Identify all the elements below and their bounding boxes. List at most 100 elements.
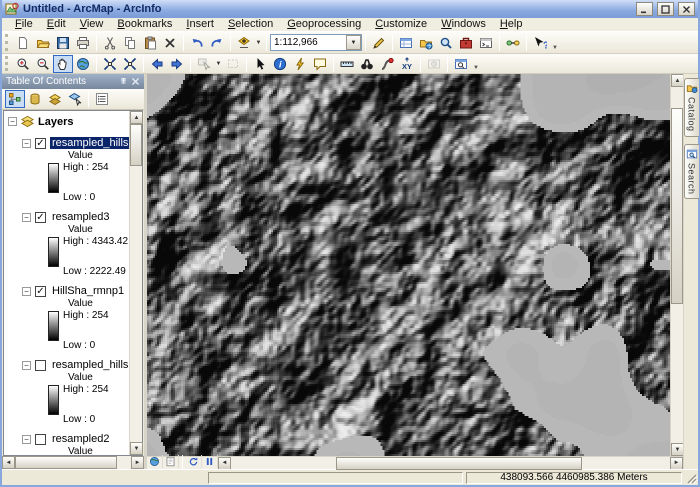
select-features-button[interactable] [194,55,214,73]
hyperlink-button[interactable] [290,55,310,73]
map-vscroll-track[interactable] [671,87,683,443]
full-extent-button[interactable] [73,55,93,73]
zoom-in-button[interactable] [13,55,33,73]
scroll-up-icon[interactable]: ▲ [130,111,143,124]
clear-selection-button[interactable] [223,55,243,73]
scroll-down-icon[interactable]: ▼ [130,442,143,455]
toc-window-button[interactable] [396,34,416,52]
toolbar-grip[interactable] [5,56,10,71]
list-by-selection-button[interactable] [65,90,85,108]
toc-vscroll-track[interactable] [130,124,142,442]
toolbar-grip[interactable] [5,34,10,51]
refresh-view-button[interactable] [186,455,202,468]
menu-insert[interactable]: Insert [179,18,221,31]
toc-close-icon[interactable] [131,77,140,86]
fixed-zoom-out-button[interactable] [120,55,140,73]
toc-hscroll-thumb[interactable] [15,456,117,469]
layer-row[interactable]: − resampled_hillshade2 [22,358,129,372]
viewer-window-button[interactable] [451,55,471,73]
select-elements-button[interactable] [250,55,270,73]
fixed-zoom-in-button[interactable] [100,55,120,73]
scroll-left-icon[interactable]: ◄ [218,457,231,470]
arctoolbox-button[interactable] [456,34,476,52]
add-data-dropdown-icon[interactable]: ▼ [254,34,263,52]
map-viewport[interactable] [147,74,670,456]
toc-vertical-scrollbar[interactable]: ▲ ▼ [129,111,142,455]
scroll-right-icon[interactable]: ► [131,456,144,469]
layer-visibility-checkbox[interactable] [35,360,46,371]
zoom-out-button[interactable] [33,55,53,73]
list-by-source-button[interactable] [25,90,45,108]
add-data-button[interactable] [234,34,254,52]
close-button[interactable] [678,2,695,16]
toolbar-overflow-icon[interactable]: ▼ [550,45,560,53]
map-hscroll-track[interactable] [231,457,670,470]
resize-grip[interactable] [685,472,697,484]
new-document-button[interactable] [13,34,33,52]
list-by-drawing-order-button[interactable] [5,90,25,108]
search-window-button[interactable] [436,34,456,52]
help-pointer-button[interactable]: ? [530,34,550,52]
redo-button[interactable] [207,34,227,52]
layer-name[interactable]: resampled3 [50,211,111,223]
app-icon[interactable] [5,2,19,16]
open-folder-button[interactable] [33,34,53,52]
layers-group-row[interactable]: −Layers [8,114,129,129]
collapse-icon[interactable]: − [22,435,31,444]
find-route-button[interactable] [377,55,397,73]
scroll-right-icon[interactable]: ► [670,457,683,470]
toc-vscroll-thumb[interactable] [130,124,142,166]
layer-row[interactable]: −✓resampled_hillshade3 [22,136,129,150]
layer-name[interactable]: resampled_hillshade3 [50,137,129,149]
find-button[interactable] [357,55,377,73]
model-builder-button[interactable] [503,34,523,52]
forward-arrow-button[interactable] [167,55,187,73]
menu-edit[interactable]: Edit [40,18,73,31]
layer-visibility-checkbox[interactable]: ✓ [35,212,46,223]
layer-visibility-checkbox[interactable]: ✓ [35,286,46,297]
layer-row[interactable]: − resampled2 [22,432,129,446]
go-to-xy-button[interactable]: XY [397,55,417,73]
map-horizontal-scrollbar[interactable]: ◄ ► [218,457,683,470]
pin-icon[interactable] [119,77,128,86]
menu-view[interactable]: View [73,18,111,31]
collapse-icon[interactable]: − [22,361,31,370]
menu-bookmarks[interactable]: Bookmarks [110,18,179,31]
scale-combobox[interactable]: 1:112,966▼ [270,34,362,51]
save-button[interactable] [53,34,73,52]
menu-customize[interactable]: Customize [368,18,434,31]
collapse-icon[interactable]: − [8,117,17,126]
delete-button[interactable] [160,34,180,52]
map-canvas[interactable] [147,74,670,456]
toc-horizontal-scrollbar[interactable]: ◄ ► [2,456,144,469]
map-hscroll-thumb[interactable] [336,457,582,470]
collapse-icon[interactable]: − [22,287,31,296]
scale-dropdown-icon[interactable]: ▼ [346,35,361,50]
toc-hscroll-track[interactable] [15,456,131,469]
menu-geoprocessing[interactable]: Geoprocessing [280,18,368,31]
time-slider-button[interactable] [424,55,444,73]
html-popup-button[interactable] [310,55,330,73]
toolbar-overflow-icon[interactable]: ▼ [471,65,481,73]
toc-options-button[interactable] [92,90,112,108]
copy-button[interactable] [120,34,140,52]
layout-view-button[interactable] [163,455,179,468]
identify-button[interactable]: i [270,55,290,73]
collapse-icon[interactable]: − [22,139,31,148]
cut-button[interactable] [100,34,120,52]
measure-button[interactable] [337,55,357,73]
list-by-visibility-button[interactable] [45,90,65,108]
layer-name[interactable]: HillSha_rmnp1 [50,285,126,297]
data-view-button[interactable] [147,455,163,468]
python-window-button[interactable] [476,34,496,52]
dock-tab-search[interactable]: Search [684,144,699,200]
paste-button[interactable] [140,34,160,52]
menu-selection[interactable]: Selection [221,18,280,31]
pan-button[interactable] [53,55,73,73]
layer-name[interactable]: resampled_hillshade2 [50,359,129,371]
layer-name[interactable]: resampled2 [50,433,111,445]
layer-visibility-checkbox[interactable] [35,434,46,445]
menu-file[interactable]: File [8,18,40,31]
select-features-dropdown-icon[interactable]: ▼ [214,55,223,73]
menu-help[interactable]: Help [493,18,530,31]
